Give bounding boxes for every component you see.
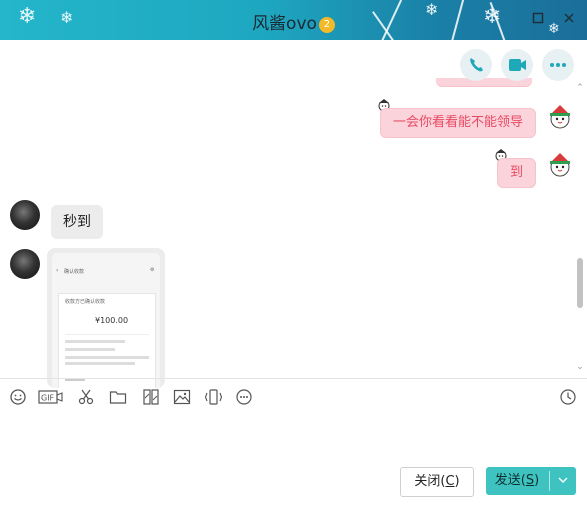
close-button[interactable] — [562, 12, 576, 26]
preview-status-line: 收款方已确认收款 — [65, 299, 106, 305]
scroll-down-arrow-icon[interactable]: ⌄ — [575, 362, 585, 372]
received-image-message[interactable]: ‹ 确认收款 ⚙ 收款方已确认收款 ¥100.00 — [47, 248, 165, 388]
close-window-button[interactable]: 关闭(C) — [400, 467, 474, 497]
more-icon — [236, 389, 252, 405]
back-arrow-icon: ‹ — [56, 267, 59, 274]
maximize-button[interactable] — [531, 12, 545, 26]
level-badge: 2 — [318, 17, 335, 33]
screenshot-button[interactable] — [76, 388, 96, 408]
input-toolbar: GIF — [0, 378, 587, 417]
emoji-button[interactable] — [8, 388, 28, 408]
contact-name: 风酱ovo — [252, 14, 317, 34]
maximize-icon — [532, 12, 544, 24]
shake-icon — [204, 389, 223, 405]
shake-window-button[interactable] — [203, 388, 223, 408]
send-button-label: 发送 — [494, 473, 521, 488]
voice-call-button[interactable] — [460, 49, 492, 81]
incoming-message-bubble[interactable]: 秒到 — [51, 205, 103, 239]
history-icon — [560, 389, 576, 405]
more-tools-button[interactable] — [234, 388, 254, 408]
preview-settings-icon: ⚙ — [150, 267, 155, 273]
preview-amount: ¥100.00 — [95, 316, 129, 325]
image-library-icon — [143, 389, 159, 405]
message-input[interactable] — [0, 417, 587, 467]
contact-avatar[interactable] — [10, 200, 40, 230]
chevron-down-icon — [558, 477, 568, 483]
preview-text-line — [65, 340, 125, 343]
outgoing-message-bubble[interactable]: 一会你看看能不能领导 — [380, 108, 537, 138]
gif-icon: GIF — [38, 390, 63, 404]
more-actions-button[interactable] — [542, 49, 574, 81]
send-file-button[interactable] — [108, 388, 128, 408]
emoji-icon — [10, 389, 26, 405]
send-options-dropdown[interactable] — [550, 467, 576, 495]
my-avatar[interactable] — [545, 102, 575, 132]
phone-icon — [470, 58, 483, 72]
preview-text-line — [65, 356, 149, 359]
send-button[interactable]: 发送(S) — [486, 467, 548, 495]
more-icon — [550, 63, 566, 67]
message-history-button[interactable] — [558, 388, 578, 408]
preview-divider — [65, 334, 149, 335]
outgoing-message-bubble[interactable]: 到 — [497, 158, 537, 188]
preview-payment-card: 收款方已确认收款 ¥100.00 — [58, 293, 156, 388]
image-icon — [173, 389, 191, 405]
window-title: 风酱ovo 2 — [0, 9, 587, 34]
svg-text:GIF: GIF — [41, 394, 55, 403]
image-library-button[interactable] — [141, 388, 161, 408]
send-button-group: 发送(S) — [486, 467, 576, 495]
folder-icon — [109, 391, 127, 404]
contact-avatar[interactable] — [10, 249, 40, 279]
close-shortcut-key: C — [445, 474, 455, 489]
send-shortcut-key: S — [525, 473, 535, 488]
preview-text-line — [65, 348, 115, 351]
scroll-up-arrow-icon[interactable]: ⌃ — [575, 83, 585, 93]
video-call-button[interactable] — [501, 49, 533, 81]
phone-screenshot-preview: ‹ 确认收款 ⚙ 收款方已确认收款 ¥100.00 — [52, 253, 160, 388]
video-camera-icon — [509, 59, 526, 71]
scissors-icon — [78, 389, 94, 405]
close-button-label: 关闭 — [414, 474, 441, 489]
close-icon — [564, 13, 574, 23]
send-image-button[interactable] — [172, 388, 192, 408]
title-bar: ❄ ❄ ❄ ❄ ❄ 风酱ovo 2 — [0, 0, 587, 40]
my-avatar[interactable] — [545, 150, 575, 180]
preview-header-title: 确认收款 — [64, 269, 85, 275]
preview-text-line — [65, 362, 135, 365]
gif-button[interactable]: GIF — [38, 388, 64, 408]
chat-scrollbar-thumb[interactable] — [577, 258, 583, 308]
